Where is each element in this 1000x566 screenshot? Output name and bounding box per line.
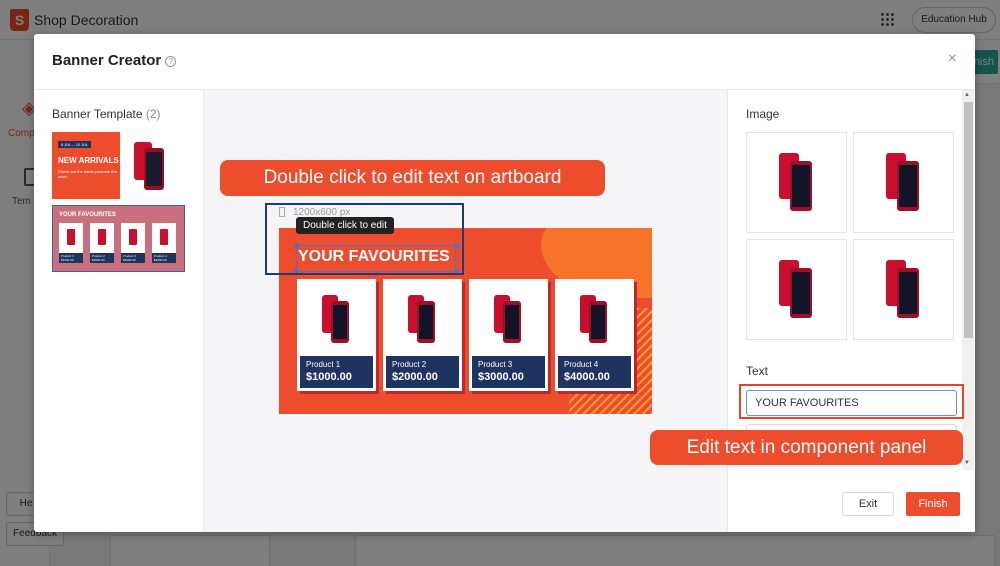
phone-image — [134, 142, 164, 190]
template2-item-price: $2000.00 — [92, 258, 105, 262]
template1-sub: Check out the latest products this week — [58, 169, 118, 179]
product-price: $1000.00 — [306, 371, 352, 383]
scroll-down-icon[interactable]: ▼ — [964, 460, 970, 466]
image-section-title: Image — [746, 107, 780, 121]
component-panel: Image Text YOUR FAVOURITES ▲ ▼ Exit Fini… — [727, 89, 975, 532]
template-count: (2) — [145, 107, 161, 121]
image-slot-2[interactable] — [853, 132, 954, 233]
edit-tooltip: Double click to edit — [296, 217, 394, 234]
product-card[interactable]: Product 1 $1000.00 — [297, 279, 376, 391]
product-price: $4000.00 — [564, 371, 610, 383]
template1-heading: NEW ARRIVALS — [58, 156, 119, 165]
phone-image — [322, 295, 349, 343]
product-card[interactable]: Product 3 $3000.00 — [469, 279, 548, 391]
product-name: Product 1 — [306, 360, 341, 369]
panel-scrollbar-thumb[interactable] — [964, 102, 973, 338]
product-name: Product 3 — [478, 360, 513, 369]
phone-image — [779, 260, 812, 318]
phone-image — [580, 295, 607, 343]
modal-title: Banner Creator? — [52, 52, 177, 69]
help-icon[interactable]: ? — [165, 56, 177, 67]
text-section-title: Text — [746, 364, 769, 378]
finish-button[interactable]: Finish — [906, 492, 960, 516]
template2-heading: YOUR FAVOURITES — [59, 212, 116, 218]
tutorial-highlight-box — [265, 203, 464, 275]
image-slot-3[interactable] — [746, 239, 847, 340]
image-slot-4[interactable] — [853, 239, 954, 340]
phone-image — [886, 260, 919, 318]
panel-callout: Edit text in component panel — [650, 430, 963, 465]
phone-image — [779, 153, 812, 211]
phone-image — [494, 295, 521, 343]
modal-title-text: Banner Creator — [52, 52, 162, 69]
product-card[interactable]: Product 4 $4000.00 — [555, 279, 634, 391]
template-panel: Banner Template (2) 8 JUL – 10 JUL NEW A… — [34, 89, 204, 532]
template-title-text: Banner Template — [52, 107, 143, 121]
product-name: Product 4 — [564, 360, 599, 369]
template-your-favourites[interactable]: YOUR FAVOURITES Product 1 $1000.00 Produ… — [52, 205, 185, 272]
exit-button[interactable]: Exit — [842, 492, 894, 516]
phone-image — [408, 295, 435, 343]
artboard-callout: Double click to edit text on artboard — [220, 160, 605, 196]
template-new-arrivals[interactable]: 8 JUL – 10 JUL NEW ARRIVALS Check out th… — [52, 132, 185, 199]
template1-date: 8 JUL – 10 JUL — [58, 141, 92, 148]
product-price: $3000.00 — [478, 371, 524, 383]
template2-item-price: $1000.00 — [61, 258, 74, 262]
phone-image — [886, 153, 919, 211]
template-panel-title: Banner Template (2) — [52, 107, 161, 121]
template2-item-price: $4000.00 — [154, 258, 167, 262]
template2-item-price: $3000.00 — [123, 258, 136, 262]
product-name: Product 2 — [392, 360, 427, 369]
product-price: $2000.00 — [392, 371, 438, 383]
close-icon[interactable]: × — [948, 50, 957, 68]
scroll-up-icon[interactable]: ▲ — [964, 92, 970, 98]
text-input-highlight — [739, 384, 964, 419]
image-slot-1[interactable] — [746, 132, 847, 233]
product-card[interactable]: Product 2 $2000.00 — [383, 279, 462, 391]
